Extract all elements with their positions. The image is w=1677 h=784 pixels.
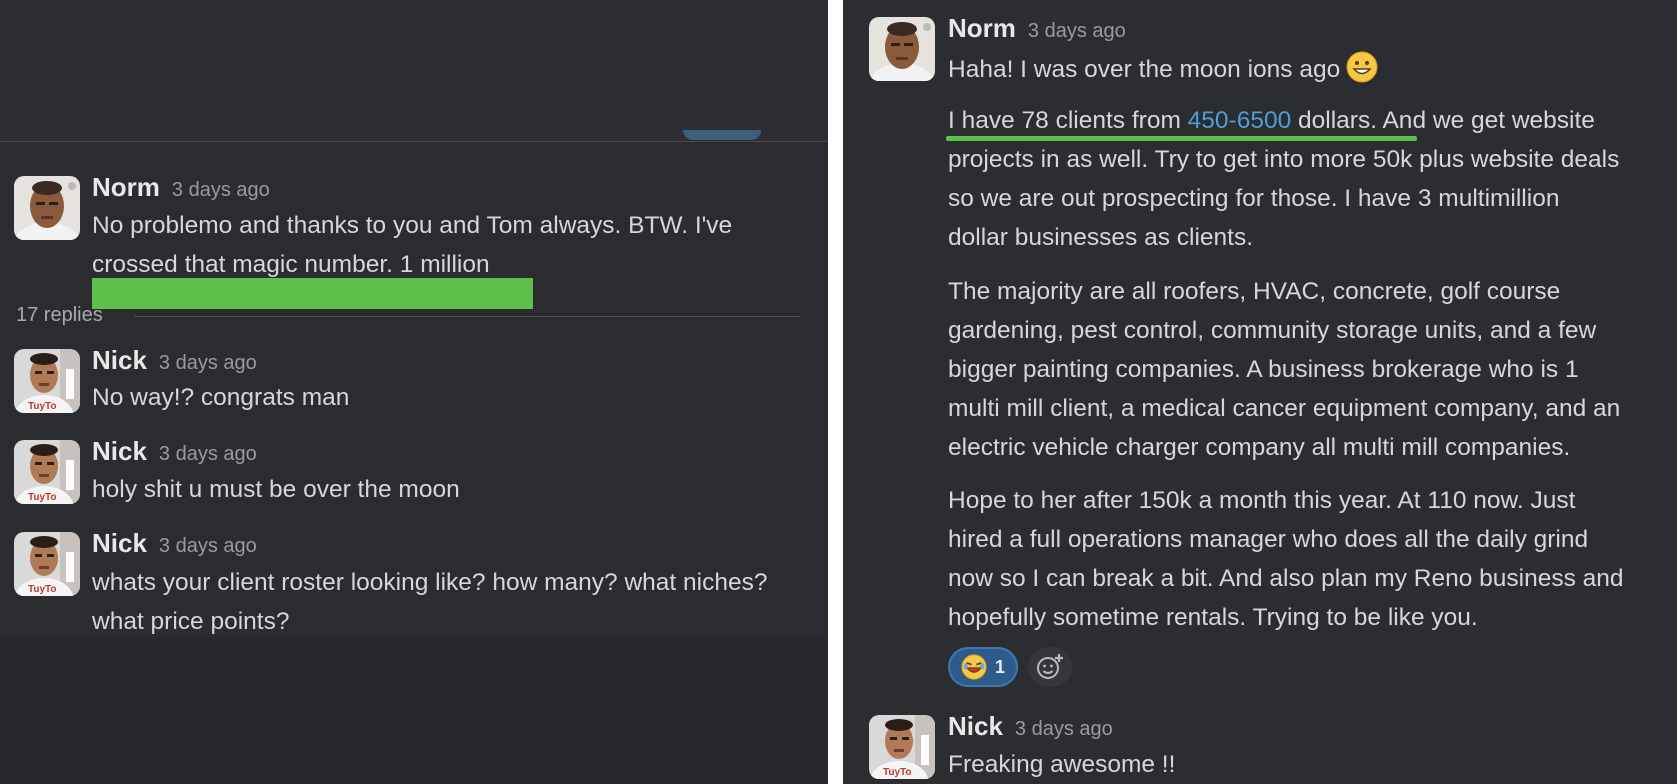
- underlined-text: I have 78 clients from: [948, 107, 1188, 134]
- avatar[interactable]: [869, 17, 935, 81]
- message-text: No problemo and thanks to you and Tom al…: [92, 206, 732, 284]
- message-line: gardening, pest control, community stora…: [948, 317, 1597, 344]
- thread-divider: [0, 141, 828, 142]
- avatar[interactable]: [14, 349, 80, 413]
- add-reaction-button[interactable]: [1028, 647, 1072, 687]
- message-line: dollar businesses as clients.: [948, 224, 1254, 251]
- thread-bottom-area: [0, 637, 828, 784]
- scroll-indicator[interactable]: [683, 130, 761, 140]
- timestamp[interactable]: 3 days ago: [159, 535, 257, 557]
- author-name[interactable]: Nick: [92, 528, 147, 558]
- message-text: Freaking awesome !!: [948, 745, 1175, 784]
- message-line: Hope to her after 150k a month this year…: [948, 487, 1576, 514]
- author-name[interactable]: Nick: [92, 345, 147, 375]
- message-header: Norm 3 days ago: [92, 172, 270, 203]
- message-header: Nick 3 days ago: [92, 528, 257, 559]
- timestamp[interactable]: 3 days ago: [1015, 718, 1113, 740]
- message-line: Freaking awesome !!: [948, 751, 1176, 778]
- timestamp[interactable]: 3 days ago: [159, 443, 257, 465]
- underlined-text-end: dollars.: [1291, 107, 1378, 134]
- add-reaction-icon: [1037, 654, 1063, 679]
- rolling-on-floor-laughing-icon: [961, 654, 987, 680]
- message-line: Haha! I was over the moon ions ago: [948, 50, 1378, 89]
- green-underline: [946, 136, 1417, 141]
- timestamp[interactable]: 3 days ago: [1028, 20, 1126, 42]
- author-name[interactable]: Nick: [948, 711, 1003, 741]
- message-line: The majority are all roofers, HVAC, conc…: [948, 278, 1561, 305]
- left-thread-panel: Norm 3 days ago No problemo and thanks to…: [0, 0, 828, 784]
- message-text: Haha! I was over the moon ions ago: [948, 50, 1378, 89]
- author-name[interactable]: Norm: [948, 13, 1016, 43]
- message-header: Nick 3 days ago: [92, 345, 257, 376]
- reaction-button[interactable]: 1: [948, 647, 1018, 687]
- message-header: Norm 3 days ago: [948, 13, 1126, 44]
- message-line: projects in as well. Try to get into mor…: [948, 146, 1620, 173]
- message-text: holy shit u must be over the moon: [92, 470, 460, 509]
- message-line: what price points?: [92, 608, 290, 635]
- divider-line: [134, 316, 801, 317]
- message-paragraph-1: I have 78 clients from 450-6500 dollars.…: [948, 101, 1619, 257]
- message-text-continued: And we get website: [1377, 107, 1595, 134]
- replies-divider: 17 replies: [16, 304, 801, 330]
- first-line-text: Haha! I was over the moon ions ago: [948, 56, 1341, 83]
- message-paragraph-2: The majority are all roofers, HVAC, conc…: [948, 272, 1620, 467]
- message-line: No problemo and thanks to you and Tom al…: [92, 212, 733, 239]
- price-range-link[interactable]: 450-6500: [1188, 107, 1292, 134]
- avatar[interactable]: [869, 715, 935, 779]
- message-line: hopefully sometime rentals. Trying to be…: [948, 604, 1478, 631]
- message-line: so we are out prospecting for those. I h…: [948, 185, 1560, 212]
- avatar[interactable]: [14, 532, 80, 596]
- timestamp[interactable]: 3 days ago: [172, 179, 270, 201]
- message-line: I have 78 clients from 450-6500 dollars.…: [948, 101, 1619, 140]
- message-header: Nick 3 days ago: [92, 436, 257, 467]
- replies-count: 17 replies: [16, 304, 103, 326]
- reaction-count: 1: [994, 656, 1005, 677]
- message-paragraph-3: Hope to her after 150k a month this year…: [948, 481, 1624, 637]
- message-text: No way!? congrats man: [92, 378, 349, 417]
- message-line: bigger painting companies. A business br…: [948, 356, 1579, 383]
- timestamp[interactable]: 3 days ago: [159, 352, 257, 374]
- avatar[interactable]: [14, 176, 80, 240]
- thread-top-area: [0, 0, 828, 141]
- message-line: multi mill client, a medical cancer equi…: [948, 395, 1621, 422]
- message-text: whats your client roster looking like? h…: [92, 563, 767, 641]
- message-line: electric vehicle charger company all mul…: [948, 434, 1571, 461]
- message-header: Nick 3 days ago: [948, 711, 1113, 742]
- message-line: hired a full operations manager who does…: [948, 526, 1589, 553]
- message-line: whats your client roster looking like? h…: [92, 569, 768, 596]
- grinning-face-icon: [1346, 51, 1378, 83]
- author-name[interactable]: Nick: [92, 436, 147, 466]
- avatar[interactable]: [14, 440, 80, 504]
- author-name[interactable]: Norm: [92, 172, 160, 202]
- message-line: No way!? congrats man: [92, 384, 350, 411]
- message-line: now so I can break a bit. And also plan …: [948, 565, 1624, 592]
- message-line: holy shit u must be over the moon: [92, 476, 460, 503]
